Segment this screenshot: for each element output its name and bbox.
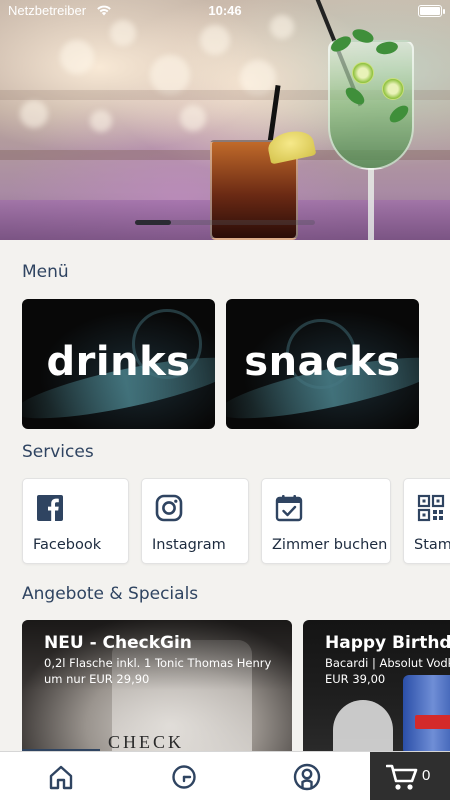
facebook-icon [37, 495, 63, 521]
offers-section-title: Angebote & Specials [22, 584, 199, 604]
carousel-indicator-active [135, 220, 171, 225]
tab-home[interactable] [31, 752, 91, 800]
status-time: 10:46 [208, 3, 242, 18]
tab-profile[interactable] [277, 752, 337, 800]
service-label: Stam [414, 537, 450, 553]
instagram-icon [155, 494, 183, 522]
hero-banner[interactable] [0, 0, 450, 240]
services-section-title: Services [22, 442, 94, 462]
service-label: Instagram [152, 537, 226, 553]
service-card-zimmer-buchen[interactable]: Zimmer buchen [261, 478, 391, 564]
cart-count-badge: 0 [422, 767, 431, 784]
carrier-label: Netzbetreiber [8, 3, 87, 18]
menu-card-label: snacks [244, 339, 401, 385]
offer-description-line: Bacardi | Absolut Vodk [325, 656, 450, 670]
tab-opening-hours[interactable] [154, 752, 214, 800]
clock-icon [172, 764, 196, 789]
tab-bar: 0 [0, 751, 450, 800]
home-icon [49, 765, 73, 789]
profile-icon [293, 763, 321, 790]
menu-section-title: Menü [22, 262, 69, 282]
offer-description-line: EUR 39,00 [325, 672, 386, 686]
menu-card-label: drinks [46, 339, 191, 385]
offer-card-checkgin[interactable]: CHECK NEU - CheckGin 0,2l Flasche inkl. … [22, 620, 292, 752]
service-card-stammgast[interactable]: Stam [403, 478, 450, 564]
wifi-icon [97, 5, 111, 16]
status-bar: Netzbetreiber 10:46 [0, 0, 450, 22]
offer-description-line: um nur EUR 29,90 [44, 672, 150, 686]
service-card-facebook[interactable]: Facebook [22, 478, 129, 564]
qr-code-icon [417, 494, 445, 522]
service-card-instagram[interactable]: Instagram [141, 478, 249, 564]
calendar-check-icon [275, 495, 303, 522]
offer-title: Happy Birthday [325, 633, 450, 653]
tab-cart[interactable]: 0 [370, 752, 450, 800]
cart-icon [386, 764, 418, 790]
service-label: Zimmer buchen [272, 537, 388, 553]
menu-card-snacks[interactable]: snacks [226, 299, 419, 429]
offer-card-happy-birthday[interactable]: Happy Birthday Bacardi | Absolut Vodk EU… [303, 620, 450, 752]
offer-description-line: 0,2l Flasche inkl. 1 Tonic Thomas Henry [44, 656, 272, 670]
menu-card-drinks[interactable]: drinks [22, 299, 215, 429]
service-label: Facebook [33, 537, 102, 553]
offer-title: NEU - CheckGin [44, 633, 192, 653]
battery-icon [418, 5, 445, 17]
